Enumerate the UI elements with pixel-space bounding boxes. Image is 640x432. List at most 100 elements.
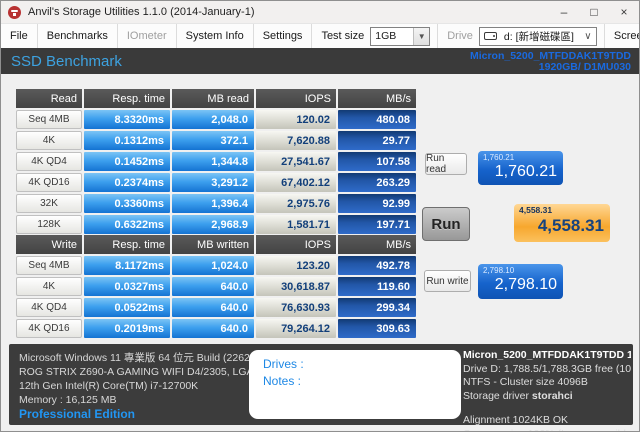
write-score-box: 2,798.10 2,798.10 (478, 264, 563, 299)
alignment-line: Alignment 1024KB OK (463, 414, 631, 428)
write-mbs-cell: 119.60 (338, 277, 416, 296)
total-score: 4,558.31 (519, 215, 604, 236)
iops-col-header: IOPS (256, 89, 336, 108)
read-table: Read Resp. time MB read IOPS MB/s Seq 4M… (16, 89, 416, 234)
write-mbs-cell: 492.78 (338, 256, 416, 275)
write-score: 2,798.10 (483, 275, 557, 294)
system-info-block: Microsoft Windows 11 專業版 64 位元 Build (22… (19, 351, 277, 407)
chevron-down-icon[interactable]: ▼ (413, 28, 429, 45)
read-iops-cell: 120.02 (256, 110, 336, 129)
read-row-label[interactable]: 4K QD4 (16, 152, 82, 171)
driver-line: Storage driver storahci (463, 390, 631, 404)
read-iops-cell: 67,402.12 (256, 173, 336, 192)
write-resp-cell: 8.1172ms (84, 256, 170, 275)
write-row-label[interactable]: 4K QD16 (16, 319, 82, 338)
drive-label: Drive (438, 30, 479, 42)
iops-col-header: IOPS (256, 235, 336, 254)
read-mbs-cell: 92.99 (338, 194, 416, 213)
mbwritten-col-header: MB written (172, 235, 254, 254)
write-iops-cell: 123.20 (256, 256, 336, 275)
run-button[interactable]: Run (422, 207, 470, 241)
menu-system-info[interactable]: System Info (177, 24, 254, 48)
drives-label: Drives : (263, 356, 461, 373)
write-mbs-cell: 309.63 (338, 319, 416, 338)
write-iops-cell: 30,618.87 (256, 277, 336, 296)
device-model: Micron_5200_MTFDDAK1T9TDD (470, 51, 631, 62)
write-table: Write Resp. time MB written IOPS MB/s Se… (16, 235, 416, 338)
write-mb-cell: 1,024.0 (172, 256, 254, 275)
read-iops-cell: 1,581.71 (256, 215, 336, 234)
read-row-label[interactable]: Seq 4MB (16, 110, 82, 129)
os-line: Microsoft Windows 11 專業版 64 位元 Build (22… (19, 351, 277, 365)
footer-panel: Microsoft Windows 11 專業版 64 位元 Build (22… (9, 344, 633, 425)
maximize-button[interactable]: □ (579, 1, 609, 23)
close-button[interactable]: × (609, 1, 639, 23)
mbs-col-header: MB/s (338, 235, 416, 254)
run-write-button[interactable]: Run write (424, 270, 471, 292)
menu-benchmarks[interactable]: Benchmarks (38, 24, 118, 48)
driver-value: storahci (532, 390, 573, 402)
write-mb-cell: 640.0 (172, 319, 254, 338)
test-size-select[interactable]: 1GB ▼ (370, 27, 430, 46)
edition-label: Professional Edition (19, 407, 135, 421)
read-mbs-cell: 107.58 (338, 152, 416, 171)
read-mb-cell: 2,968.9 (172, 215, 254, 234)
mbread-col-header: MB read (172, 89, 254, 108)
page-title: SSD Benchmark (11, 53, 122, 70)
read-col-header: Read (16, 89, 82, 108)
test-size-value: 1GB (371, 30, 413, 42)
read-iops-cell: 27,541.67 (256, 152, 336, 171)
read-score-box: 1,760.21 1,760.21 (478, 151, 563, 185)
write-mb-cell: 640.0 (172, 298, 254, 317)
mbs-col-header: MB/s (338, 89, 416, 108)
board-line: ROG STRIX Z690-A GAMING WIFI D4/2305, LG… (19, 365, 277, 379)
menu-screenshot[interactable]: Screenshot (605, 24, 640, 48)
resp-col-header: Resp. time (84, 89, 170, 108)
minimize-button[interactable]: – (549, 1, 579, 23)
read-row-label[interactable]: 32K (16, 194, 82, 213)
read-row-label[interactable]: 4K QD16 (16, 173, 82, 192)
total-score-box: 4,558.31 4,558.31 (514, 204, 610, 242)
drives-notes-box[interactable]: Drives : Notes : (249, 350, 461, 419)
read-mb-cell: 3,291.2 (172, 173, 254, 192)
menu-file[interactable]: File (1, 24, 38, 48)
benchmark-header: SSD Benchmark Micron_5200_MTFDDAK1T9TDD … (1, 48, 639, 74)
test-size-label: Test size (312, 30, 370, 42)
write-col-header: Write (16, 235, 82, 254)
write-row-label[interactable]: 4K QD4 (16, 298, 82, 317)
read-mb-cell: 1,344.8 (172, 152, 254, 171)
read-mb-cell: 1,396.4 (172, 194, 254, 213)
total-score-small: 4,558.31 (519, 206, 604, 215)
read-mbs-cell: 480.08 (338, 110, 416, 129)
write-iops-cell: 76,630.93 (256, 298, 336, 317)
drive-value: d: [新增磁碟區] (500, 29, 580, 44)
cpu-line: 12th Gen Intel(R) Core(TM) i7-12700K (19, 379, 277, 393)
write-row-label[interactable]: 4K (16, 277, 82, 296)
drive-title: Micron_5200_MTFDDAK1T9TDD 1920GB (463, 349, 631, 363)
write-resp-cell: 0.0327ms (84, 277, 170, 296)
write-iops-cell: 79,264.12 (256, 319, 336, 338)
drive-free-line: Drive D: 1,788.5/1,788.3GB free (100.0%) (463, 363, 631, 377)
read-row-label[interactable]: 128K (16, 215, 82, 234)
write-resp-cell: 0.2019ms (84, 319, 170, 338)
read-iops-cell: 7,620.88 (256, 131, 336, 150)
run-read-button[interactable]: Run read (425, 153, 467, 175)
write-row-label[interactable]: Seq 4MB (16, 256, 82, 275)
menu-settings[interactable]: Settings (254, 24, 313, 48)
window-title: Anvil's Storage Utilities 1.1.0 (2014-Ja… (28, 6, 549, 18)
menu-iometer: IOmeter (118, 24, 177, 48)
device-detail: 1920GB/ D1MU030 (470, 62, 631, 73)
drive-info-block: Micron_5200_MTFDDAK1T9TDD 1920GB Drive D… (463, 349, 631, 432)
read-resp-cell: 0.2374ms (84, 173, 170, 192)
title-bar: Anvil's Storage Utilities 1.1.0 (2014-Ja… (1, 1, 639, 23)
write-mbs-cell: 299.34 (338, 298, 416, 317)
read-resp-cell: 8.3320ms (84, 110, 170, 129)
read-mbs-cell: 263.29 (338, 173, 416, 192)
fs-line: NTFS - Cluster size 4096B (463, 376, 631, 390)
chevron-down-icon[interactable]: ∨ (580, 28, 596, 45)
drive-select[interactable]: d: [新增磁碟區] ∨ (479, 27, 597, 46)
read-resp-cell: 0.3360ms (84, 194, 170, 213)
read-mb-cell: 372.1 (172, 131, 254, 150)
drive-icon (484, 32, 497, 40)
read-row-label[interactable]: 4K (16, 131, 82, 150)
